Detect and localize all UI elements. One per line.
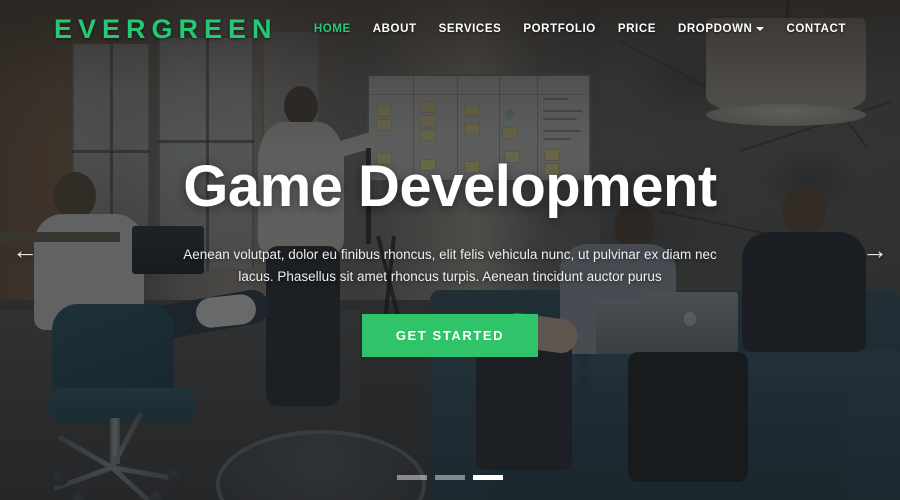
nav-item-portfolio: PORTFOLIO <box>523 23 595 35</box>
chevron-down-icon[interactable] <box>756 27 765 31</box>
nav-menu: HOME ABOUT SERVICES PORTFOLIO PRICE DROP… <box>314 23 846 35</box>
nav-item-dropdown: DROPDOWN <box>678 23 765 35</box>
nav-item-price: PRICE <box>618 23 656 35</box>
slider-indicator-3[interactable] <box>473 475 503 480</box>
nav-item-contact: CONTACT <box>786 23 846 35</box>
navbar: EVERGREEN HOME ABOUT SERVICES PORTFOLIO … <box>0 0 900 58</box>
slider-next-arrow-icon[interactable]: → <box>858 233 892 267</box>
nav-link-contact[interactable]: CONTACT <box>786 23 846 35</box>
nav-item-about: ABOUT <box>373 23 417 35</box>
nav-link-price[interactable]: PRICE <box>618 23 656 35</box>
nav-link-portfolio[interactable]: PORTFOLIO <box>523 23 595 35</box>
nav-link-services[interactable]: SERVICES <box>439 23 502 35</box>
hero-title: Game Development <box>183 154 717 220</box>
site-logo[interactable]: EVERGREEN <box>54 14 278 45</box>
hero-subtitle-line-2: Phasellus sit amet rhoncus turpis. Aenea… <box>277 268 662 284</box>
get-started-button[interactable]: GET STARTED <box>361 313 539 357</box>
slider-indicator-1[interactable] <box>397 475 427 480</box>
nav-link-about[interactable]: ABOUT <box>373 23 417 35</box>
slider-prev-arrow-icon[interactable]: ← <box>8 233 42 267</box>
slider-indicator-2[interactable] <box>435 475 465 480</box>
nav-item-home: HOME <box>314 23 351 35</box>
hero-slider: EVERGREEN HOME ABOUT SERVICES PORTFOLIO … <box>0 0 900 500</box>
nav-link-dropdown[interactable]: DROPDOWN <box>678 23 752 35</box>
slider-indicators <box>0 475 900 480</box>
nav-item-services: SERVICES <box>439 23 502 35</box>
hero-subtitle: Aenean volutpat, dolor eu finibus rhoncu… <box>170 244 730 288</box>
nav-link-home[interactable]: HOME <box>314 23 351 35</box>
hero-content: Game Development Aenean volutpat, dolor … <box>0 0 900 500</box>
